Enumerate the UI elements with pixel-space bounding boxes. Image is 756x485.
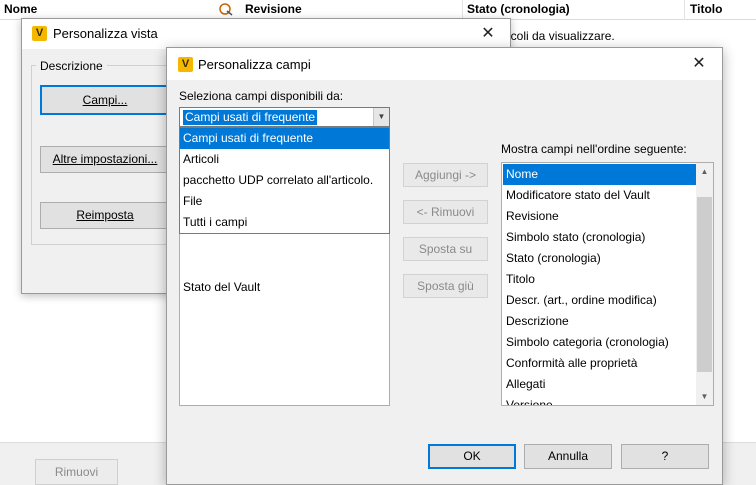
list-item[interactable]: Simbolo stato (cronologia) [503,227,696,248]
dropdown-option[interactable]: File [180,191,389,212]
dropdown-arrow-icon[interactable]: ▼ [373,108,389,126]
dropdown-option[interactable]: Campi usati di frequente [180,128,389,149]
column-separator[interactable] [684,0,685,20]
combobox-value: Campi usati di frequente [183,110,318,125]
reimposta-button[interactable]: Reimposta [40,202,170,229]
scroll-up-icon[interactable]: ▲ [696,163,713,180]
app-v-icon: V [32,26,47,41]
rimuovi-button[interactable]: <- Rimuovi [403,200,488,224]
list-item[interactable]: Revisione [503,206,696,227]
sposta-su-button[interactable]: Sposta su [403,237,488,261]
scrollbar-thumb[interactable] [697,197,712,372]
aggiungi-button[interactable]: Aggiungi -> [403,163,488,187]
column-header-stato[interactable]: Stato (cronologia) [467,2,570,16]
sposta-giu-button[interactable]: Sposta giù [403,274,488,298]
list-item[interactable]: Titolo [503,269,696,290]
help-button[interactable]: ? [621,444,709,469]
ok-button[interactable]: OK [428,444,516,469]
field-source-dropdown[interactable]: Campi usati di frequente Articoli pacche… [179,127,390,234]
column-header-nome[interactable]: Nome [4,2,37,16]
list-item[interactable]: Nome [503,164,696,185]
list-header: Nome Revisione Stato (cronologia) Titolo [0,0,756,20]
app-v-icon: V [178,57,193,72]
close-icon[interactable]: ✕ [476,23,500,45]
list-item[interactable]: Descrizione [503,311,696,332]
personalizza-campi-dialog: V Personalizza campi ✕ Seleziona campi d… [166,47,723,485]
list-item[interactable]: Allegati [503,374,696,395]
column-header-titolo[interactable]: Titolo [690,2,722,16]
ordered-fields-list[interactable]: Nome Modificatore stato del Vault Revisi… [501,162,714,406]
list-item[interactable]: Stato del Vault [183,280,260,294]
dialog-title: Personalizza campi [198,57,311,72]
list-item[interactable]: Simbolo categoria (cronologia) [503,332,696,353]
list-item[interactable]: Conformità alle proprietà [503,353,696,374]
empty-list-message: icoli da visualizzare. [508,29,615,43]
select-source-label: Seleziona campi disponibili da: [179,89,344,103]
column-separator[interactable] [462,0,463,20]
close-icon[interactable]: ✕ [687,53,711,75]
scroll-down-icon[interactable]: ▼ [696,388,713,405]
altre-impostazioni-button[interactable]: Altre impostazioni... [40,146,170,173]
group-label: Descrizione [36,59,107,73]
available-fields-list[interactable]: Stato del Vault [179,224,390,406]
campi-button[interactable]: Campi... [40,85,170,115]
dropdown-option[interactable]: Articoli [180,149,389,170]
field-source-combobox[interactable]: Campi usati di frequente ▼ [179,107,390,127]
dropdown-option[interactable]: Tutti i campi [180,212,389,233]
list-item[interactable]: Descr. (art., ordine modifica) [503,290,696,311]
title-bar: V Personalizza campi ✕ [167,48,722,80]
remove-button-background[interactable]: Rimuovi [35,459,118,485]
list-item[interactable]: Modificatore stato del Vault [503,185,696,206]
list-item[interactable]: Stato (cronologia) [503,248,696,269]
order-label: Mostra campi nell'ordine seguente: [501,142,687,156]
dropdown-option[interactable]: pacchetto UDP correlato all'articolo. [180,170,389,191]
column-header-revisione[interactable]: Revisione [245,2,302,16]
dialog-title: Personalizza vista [53,26,158,41]
revision-icon [219,2,233,16]
list-item[interactable]: Versione [503,395,696,405]
annulla-button[interactable]: Annulla [524,444,612,469]
vertical-scrollbar[interactable]: ▲ ▼ [696,163,713,405]
title-bar: V Personalizza vista ✕ [22,19,510,49]
